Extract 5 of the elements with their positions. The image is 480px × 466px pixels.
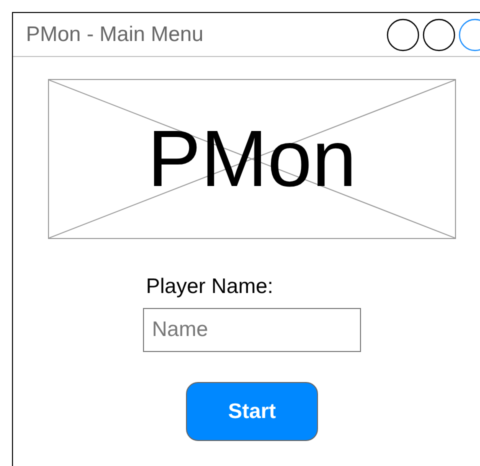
name-input-field[interactable]: Name [143, 308, 361, 352]
start-button[interactable]: Start [186, 382, 318, 441]
window-title: PMon - Main Menu [26, 22, 204, 46]
player-name-label: Player Name: [146, 275, 274, 299]
logo-text: PMon [148, 119, 356, 199]
